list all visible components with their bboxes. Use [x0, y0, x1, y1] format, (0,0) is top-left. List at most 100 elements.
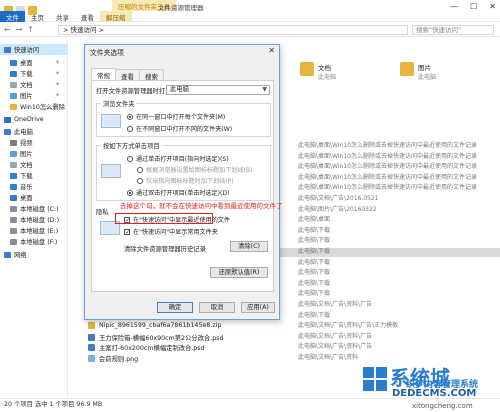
sidebar-item-icon	[10, 81, 17, 88]
radio-new-window[interactable]: 在不同窗口中打开不同的文件夹(W)	[127, 124, 232, 133]
sidebar-item[interactable]: 快速访问	[0, 44, 68, 55]
sidebar-item-icon	[10, 172, 17, 179]
file-name: 会前规则.png	[99, 355, 139, 363]
recent-path: 此电脑\下载	[298, 311, 331, 319]
sidebar-item[interactable]: 视频	[0, 137, 68, 148]
sidebar-item-label: 下载	[20, 71, 33, 78]
minimize-button[interactable]: —	[450, 2, 458, 11]
search-input[interactable]: 搜索"快速访问"	[412, 25, 494, 35]
browse-folders-title: 浏览文件夹	[101, 99, 137, 108]
recent-path: 此电脑\下载	[298, 248, 331, 255]
sidebar-item[interactable]: 本地磁盘 (F:)	[0, 236, 68, 247]
sidebar-item[interactable]: 音乐	[0, 181, 68, 192]
file-name: Nipic_8961599_cbaf6a7861b145e8.zip	[99, 322, 222, 329]
cancel-button[interactable]: 取消	[199, 302, 235, 313]
sidebar-item-label: 本地磁盘 (F:)	[20, 239, 58, 246]
pin-icon[interactable]: ✦	[55, 81, 60, 88]
sidebar-item-label: 文档	[20, 162, 33, 169]
sidebar-item-icon	[10, 205, 17, 212]
sidebar-item-icon	[10, 103, 17, 110]
up-arrow-icon[interactable]: ↑	[27, 25, 34, 34]
forward-arrow-icon[interactable]: →	[16, 25, 23, 34]
tab-file[interactable]: 文件	[0, 11, 25, 22]
apply-button[interactable]: 应用(A)	[241, 302, 275, 313]
sidebar-item[interactable]: 桌面	[0, 192, 68, 203]
ok-button[interactable]: 确定	[157, 302, 193, 313]
restore-defaults-button[interactable]: 还原默认值(R)	[210, 267, 268, 278]
pictures-folder-icon	[400, 62, 414, 76]
sidebar-item-label: 此电脑	[14, 129, 33, 136]
sidebar-item[interactable]: 下载	[0, 170, 68, 181]
sidebar-item-icon	[10, 161, 17, 168]
recent-path: 此电脑\文档\广告\2016.0521	[298, 195, 379, 202]
sidebar-item[interactable]: 此电脑	[0, 126, 68, 137]
sidebar-item[interactable]: 文档 ✦	[0, 79, 68, 90]
sidebar-item-label: 本地磁盘 (E:)	[20, 228, 59, 235]
sidebar-item-icon	[10, 139, 17, 146]
sidebar-item[interactable]: Win10怎么删除	[0, 101, 68, 112]
sidebar-item[interactable]: 本地磁盘 (D:)	[0, 214, 68, 225]
file-row[interactable]: 王力保险箱-横幅60x90cm第2公分改合.psd	[88, 333, 223, 342]
chevron-down-icon: ▼	[262, 86, 267, 93]
tab-extract[interactable]: 解压缩	[100, 11, 132, 22]
address-field[interactable]: > 快速访问 >	[58, 25, 408, 35]
browse-illustration-icon	[101, 114, 121, 128]
recent-path: 此电脑\文档\广告\资料\广告\王力模板	[298, 322, 399, 330]
radio-double-click[interactable]: 通过双击打开项目(单击时选定)(D)	[127, 188, 229, 197]
tab-home[interactable]: 主页	[25, 11, 50, 22]
maximize-button[interactable]: ☐	[470, 2, 477, 11]
sidebar-item[interactable]: 图片	[0, 148, 68, 159]
tile-documents[interactable]: 文档 此电脑	[300, 62, 336, 81]
pin-icon[interactable]: ✦	[55, 92, 60, 99]
clear-button[interactable]: 清除(C)	[230, 241, 268, 252]
windows-logo-icon	[363, 367, 387, 391]
pin-icon[interactable]: ✦	[55, 70, 60, 77]
sidebar-item-label: 桌面	[20, 195, 33, 202]
general-tab-panel: 打开文件资源管理器时打开: 此电脑 ▼ 浏览文件夹 在同一窗口中打开每个文件夹(…	[91, 80, 274, 292]
recent-path: 此电脑\桌面\Win10怎么删除或去掉快速访问中最近使用的文件记录	[298, 173, 477, 181]
sidebar-item-icon	[10, 150, 17, 157]
sidebar-item[interactable]: 桌面 ✦	[0, 57, 68, 68]
dialog-close-button[interactable]: ✕	[268, 46, 275, 55]
sidebar-item[interactable]: 下载 ✦	[0, 68, 68, 79]
sidebar-item-icon	[4, 128, 11, 135]
file-row[interactable]: 会前规则.png	[88, 354, 138, 363]
close-button[interactable]: ✕	[489, 2, 496, 11]
checkbox-show-frequent-folders[interactable]: ✓ 在"快速访问"中显示常用文件夹	[124, 227, 218, 236]
radio-single-click[interactable]: 通过单击打开项目(指向时选定)(S)	[127, 154, 229, 163]
open-explorer-select[interactable]: 此电脑 ▼	[166, 85, 270, 95]
file-name: 王力保险箱-横幅60x90cm第2公分改合.psd	[99, 334, 224, 342]
sidebar-item-label: 本地磁盘 (C:)	[20, 206, 59, 213]
sidebar-item[interactable]: 本地磁盘 (C:)	[0, 203, 68, 214]
sidebar-item[interactable]: 图片 ✦	[0, 90, 68, 101]
sidebar-item[interactable]: 网络	[0, 249, 68, 260]
tile-subtitle: 此电脑	[418, 74, 437, 81]
tab-view[interactable]: 查看	[75, 11, 100, 22]
clear-history-label: 清除文件资源管理器历史记录	[124, 246, 206, 253]
tab-share[interactable]: 共享	[50, 11, 75, 22]
file-icon	[88, 333, 95, 341]
sidebar-item-icon	[10, 59, 17, 66]
recent-path: 此电脑\文档\广告\资料	[298, 354, 359, 361]
sidebar-item-icon	[4, 46, 11, 53]
radio-underline-point[interactable]: 仅当指向图标标题时加下划线(P)	[137, 176, 234, 185]
navigation-pane: 快速访问 桌面 ✦ 下载 ✦ 文档 ✦ 图片 ✦ Win10怎么删除 OneDrive 此电脑 视频 图片…	[0, 40, 68, 398]
sidebar-item[interactable]: 文档	[0, 159, 68, 170]
pin-icon[interactable]: ✦	[55, 59, 60, 66]
file-row[interactable]: Nipic_8961599_cbaf6a7861b145e8.zip	[88, 322, 221, 329]
sidebar-item-icon	[10, 70, 17, 77]
tile-title: 图片	[418, 64, 431, 72]
sidebar-item[interactable]: 本地磁盘 (E:)	[0, 225, 68, 236]
ribbon-tabs: 文件 主页 共享 查看 解压缩	[0, 11, 500, 22]
address-bar-row: ← → ↑ > 快速访问 > 搜索"快速访问"	[0, 23, 500, 37]
recent-path: 此电脑\桌面\Win10怎么删除或去掉快速访问中最近使用的文件记录	[298, 163, 477, 171]
sidebar-item[interactable]: OneDrive	[0, 114, 68, 125]
radio-underline-browser[interactable]: 根据浏览器设置给图标标题加下划线(B)	[137, 165, 252, 174]
sidebar-item-icon	[4, 116, 11, 123]
tile-pictures[interactable]: 图片 此电脑	[400, 62, 436, 81]
annotation-text: 去掉这个勾，就不会在快速访问中看到最近使用的文件了	[120, 202, 283, 210]
file-row[interactable]: 主案打-60x200cm横幅定制改合.psd	[88, 343, 205, 352]
back-arrow-icon[interactable]: ←	[4, 25, 11, 34]
radio-same-window[interactable]: 在同一窗口中打开每个文件夹(M)	[127, 112, 225, 121]
sidebar-item-icon	[10, 183, 17, 190]
